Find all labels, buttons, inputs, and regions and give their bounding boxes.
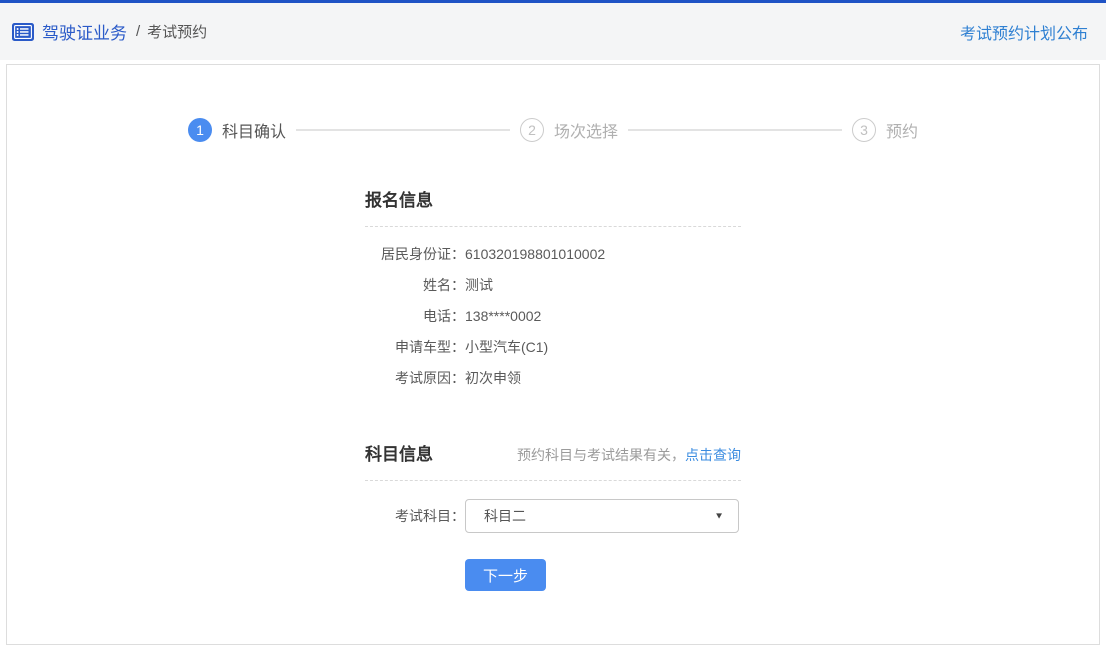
step-1-circle: 1 <box>188 118 212 142</box>
step-connector-line <box>628 129 842 131</box>
chevron-down-icon: ▼ <box>714 511 724 521</box>
step-2-label: 场次选择 <box>554 118 618 142</box>
exam-subject-select[interactable]: 科目二 ▼ <box>465 499 739 533</box>
step-subject-confirm: 1 科目确认 <box>188 118 286 142</box>
field-label: 居民身份证： <box>365 239 465 270</box>
field-row-phone: 电话： 138****0002 <box>365 301 741 332</box>
field-label: 考试原因： <box>365 363 465 394</box>
breadcrumb-root-driving-license[interactable]: 驾驶证业务 <box>42 19 127 44</box>
signup-info-fields: 居民身份证： 610320198801010002 姓名： 测试 电话： 138… <box>365 227 741 394</box>
breadcrumb-current-exam-booking: 考试预约 <box>147 21 207 42</box>
exam-booking-card: 1 科目确认 2 场次选择 3 预约 报名信息 居民身份证： 610320198… <box>6 64 1100 645</box>
field-label: 电话： <box>365 301 465 332</box>
list-menu-icon <box>12 23 34 41</box>
wizard-stepper: 1 科目确认 2 场次选择 3 预约 <box>188 118 918 142</box>
step-session-select: 2 场次选择 <box>520 118 618 142</box>
field-row-id-number: 居民身份证： 610320198801010002 <box>365 239 741 270</box>
form-content: 报名信息 居民身份证： 610320198801010002 姓名： 测试 电话… <box>365 186 741 591</box>
signup-info-title: 报名信息 <box>365 186 433 211</box>
field-row-name: 姓名： 测试 <box>365 270 741 301</box>
next-step-button[interactable]: 下一步 <box>465 559 546 591</box>
step-1-label: 科目确认 <box>222 118 286 142</box>
subject-info-title: 科目信息 <box>365 440 433 465</box>
field-label: 申请车型： <box>365 332 465 363</box>
field-value: 610320198801010002 <box>465 239 741 270</box>
step-3-circle: 3 <box>852 118 876 142</box>
field-row-exam-reason: 考试原因： 初次申领 <box>365 363 741 394</box>
exam-subject-label: 考试科目： <box>365 506 465 526</box>
breadcrumb-separator: / <box>136 23 140 40</box>
field-value: 小型汽车(C1) <box>465 332 741 363</box>
step-booking: 3 预约 <box>852 118 918 142</box>
breadcrumb: 驾驶证业务 / 考试预约 <box>12 19 207 44</box>
step-2-circle: 2 <box>520 118 544 142</box>
field-label: 姓名： <box>365 270 465 301</box>
step-connector-line <box>296 129 510 131</box>
note-text: 预约科目与考试结果有关， <box>517 447 685 463</box>
subject-info-note: 预约科目与考试结果有关，点击查询 <box>517 445 741 465</box>
exam-plan-announcement-link[interactable]: 考试预约计划公布 <box>960 20 1088 44</box>
field-value: 初次申领 <box>465 363 741 394</box>
query-result-link[interactable]: 点击查询 <box>685 447 741 463</box>
field-row-vehicle-type: 申请车型： 小型汽车(C1) <box>365 332 741 363</box>
subject-info-section-header: 科目信息 预约科目与考试结果有关，点击查询 <box>365 440 741 481</box>
step-3-label: 预约 <box>886 118 918 142</box>
exam-subject-row: 考试科目： 科目二 ▼ <box>365 481 741 533</box>
field-value: 138****0002 <box>465 301 741 332</box>
top-header-bar: 驾驶证业务 / 考试预约 考试预约计划公布 <box>0 0 1106 60</box>
selected-subject-value: 科目二 <box>484 506 526 526</box>
field-value: 测试 <box>465 270 741 301</box>
signup-info-section-header: 报名信息 <box>365 186 741 227</box>
